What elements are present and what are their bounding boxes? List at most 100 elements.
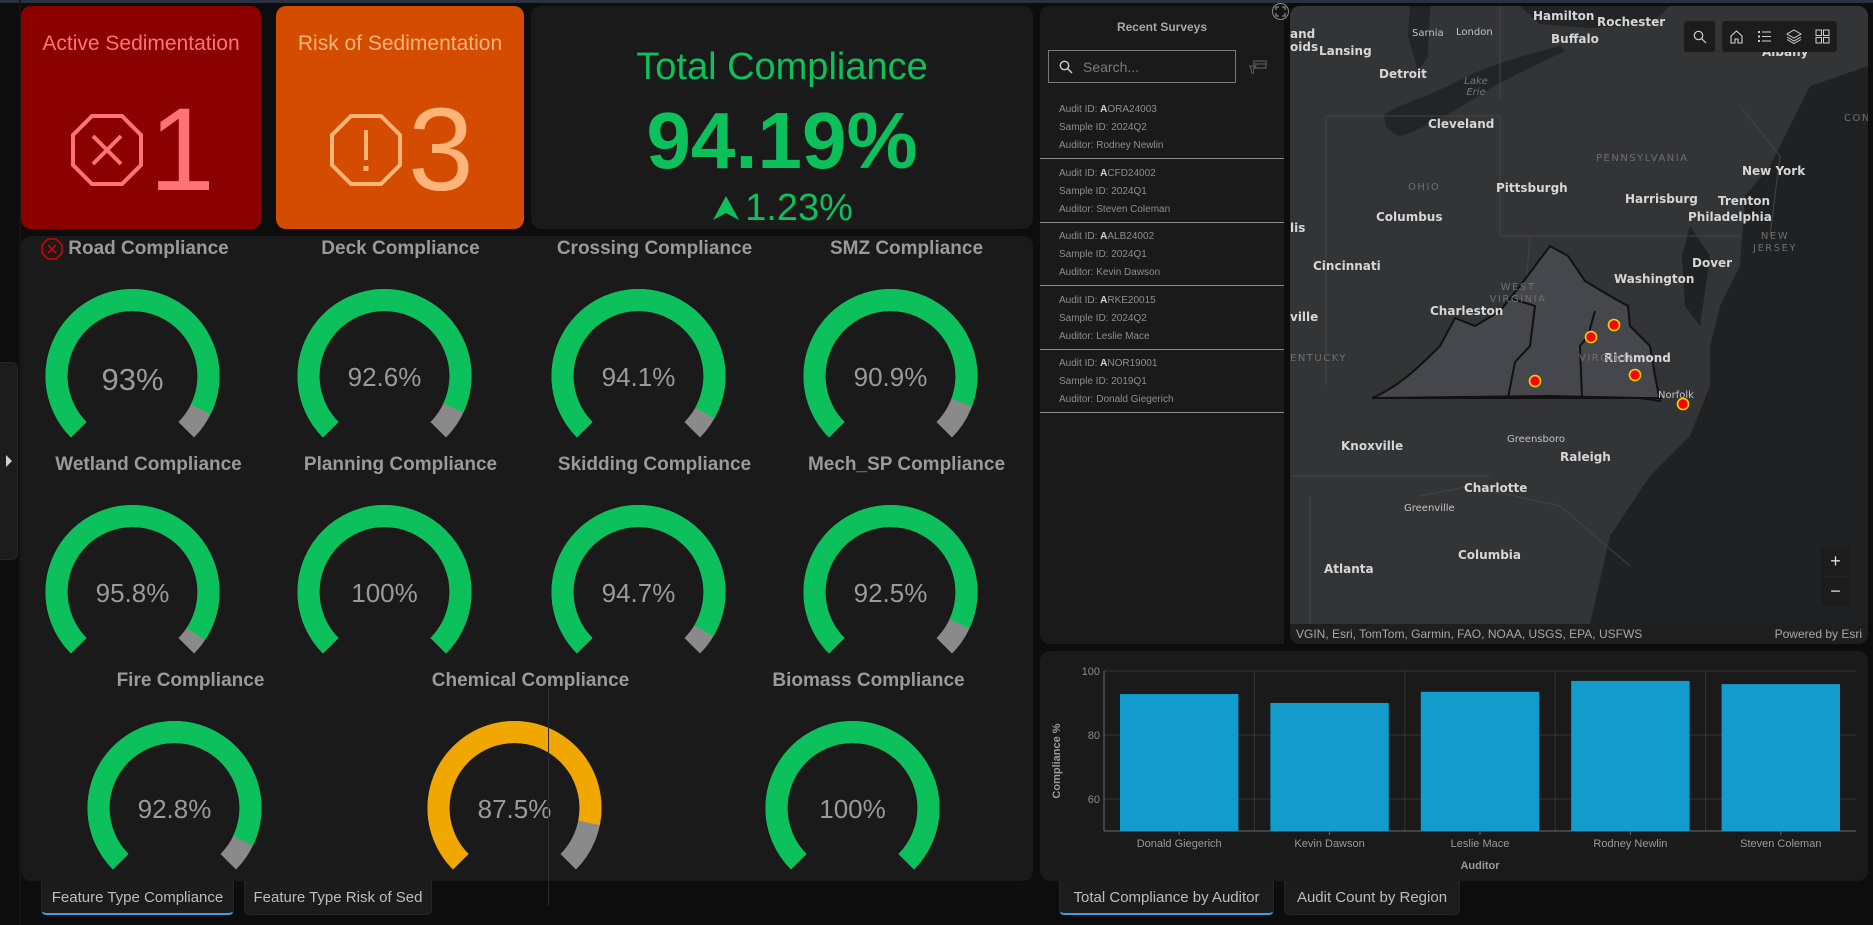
search-box[interactable] [1048,50,1236,83]
audit-id: Audit ID: AALB24002 [1059,228,1284,246]
map-city-label: Charlotte [1464,481,1528,495]
auditor-name: Auditor: Kevin Dawson [1059,267,1161,278]
map-city-label: Pittsburgh [1496,181,1568,195]
card-title: Total Compliance [636,46,928,88]
audit-rest: ALB24002 [1107,231,1155,242]
map-city-label: Cleveland [1428,117,1495,131]
gauge-value: 92.6% [347,362,422,392]
audit-id: Audit ID: ACFD24002 [1059,165,1284,183]
map-lake-label: Lake Erie [1464,76,1488,98]
tab-feature-type-compliance[interactable]: Feature Type Compliance [41,881,234,915]
survey-point [1607,318,1621,332]
basemap-gallery-icon[interactable] [1815,29,1830,44]
tab-feature-type-risk-of-sed[interactable]: Feature Type Risk of Sed [244,881,432,915]
attribution-text: VGIN, Esri, TomTom, Garmin, FAO, NOAA, U… [1296,627,1643,641]
audit-rest: NOR19001 [1107,358,1158,369]
tab-total-compliance-by-auditor[interactable]: Total Compliance by Auditor [1059,881,1274,915]
map-search-button[interactable] [1684,21,1715,52]
tab-audit-count-by-region[interactable]: Audit Count by Region [1284,881,1460,915]
sample-id: Sample ID: 2024Q2 [1059,122,1147,133]
recent-surveys-panel: Recent Surveys Audit ID: AORA24003 Sample… [1040,6,1284,644]
gauge-arc [551,505,726,654]
top-border [0,0,1873,3]
survey-list-item[interactable]: Audit ID: ANOR19001 Sample ID: 2019Q1 Audi… [1040,350,1284,413]
map-city-label: Greenville [1404,503,1455,514]
zoom-in-button[interactable]: + [1821,547,1850,576]
powered-by-esri[interactable]: Powered by Esri [1775,627,1862,641]
map-city-label: Buffalo [1551,32,1599,46]
bar-chart: 60 80 100 Donald Giegerich Kevin Dawson Lesli… [1051,666,1856,872]
survey-list-item[interactable]: Audit ID: ARKE20015 Sample ID: 2024Q2 Audi… [1040,287,1284,350]
survey-list-item[interactable]: Audit ID: ACFD24002 Sample ID: 2024Q1 Audi… [1040,160,1284,223]
map-region-label: OHIO [1408,182,1441,193]
x-axis-title: Auditor [1460,860,1500,872]
map-view[interactable]: Hamilton Rochester Sarnia London Buffalo Lans… [1290,6,1868,644]
gauge-arc [803,505,978,654]
map-city-label: Rochester [1597,15,1666,29]
gauge-arc [45,505,220,654]
bar[interactable] [1420,691,1540,831]
survey-list-item[interactable]: Audit ID: AALB24002 Sample ID: 2024Q1 Audi… [1040,223,1284,286]
home-icon[interactable] [1729,29,1744,44]
map-city-label: Lansing [1319,44,1372,58]
expand-icon[interactable] [1272,3,1289,20]
map-city-label: Hamilton [1533,9,1595,23]
plus-icon: + [1830,551,1841,571]
gauge-arc [551,289,726,438]
search-input[interactable] [1083,58,1223,75]
y-tick-label: 80 [1088,730,1100,742]
bar[interactable] [1571,680,1690,831]
audit-label: Audit ID: [1059,167,1101,179]
auditor-name: Auditor: Leslie Mace [1059,330,1150,342]
y-axis-title: Compliance % [1051,723,1063,798]
active-count: 1 [149,84,215,216]
gauge-value: 90.9% [853,362,928,392]
map-city-label: New York [1742,164,1806,178]
bar[interactable] [1270,703,1389,831]
gauge-arc [803,289,978,438]
bar[interactable] [1721,684,1840,831]
survey-point [1528,374,1542,388]
sample-id: Sample ID: 2019Q1 [1059,376,1147,387]
gauge-arc [87,721,262,870]
map-city-label: Raleigh [1560,450,1611,464]
sidebar-expand-handle[interactable] [0,362,18,560]
gauge-arc [297,505,472,654]
sample-id: Sample ID: 2024Q2 [1059,312,1147,324]
map-region-label: ENTUCKY [1290,353,1348,364]
gauge-biomass-compliance: Biomass Compliance 100% [751,668,986,878]
map-city-label: Norfolk [1658,390,1694,401]
map-city-label: ville [1290,310,1319,324]
audit-label: Audit ID: [1059,231,1101,242]
search-icon [1693,30,1706,43]
filter-icon[interactable] [1249,60,1267,74]
map-basemap [1290,6,1868,644]
zoom-out-button[interactable]: − [1821,577,1850,606]
bar[interactable] [1120,694,1239,831]
audit-label: Audit ID: [1059,294,1101,306]
y-tick-label: 60 [1088,794,1100,806]
sample-id: Sample ID: 2024Q1 [1059,249,1147,260]
layers-icon[interactable] [1785,29,1802,44]
x-tick-label: Steven Coleman [1740,838,1821,850]
legend-list-icon[interactable] [1757,29,1772,44]
gauge-chemical-compliance: Chemical Compliance 87.5% [413,668,648,878]
map-city-label: Philadelphia [1688,210,1772,224]
auditor-name: Auditor: Rodney Newlin [1059,140,1164,151]
total-compliance-card: Total Compliance 94.19% 1.23% [531,6,1033,229]
y-tick-label: 100 [1082,666,1100,678]
x-tick-label: Rodney Newlin [1593,838,1667,850]
survey-list-item[interactable]: Audit ID: AORA24003 Sample ID: 2024Q2 Audi… [1040,96,1284,159]
caret-right-icon [6,455,12,467]
gauge-value: 94.1% [601,362,676,392]
gauge-deck-compliance: Deck Compliance 92.6% [283,236,518,446]
map-region-label: PENNSYLVANIA [1596,153,1689,164]
gauge-mech-sp-compliance: Mech_SP Compliance 92.5% [789,452,1024,662]
gauge-value: 93% [101,362,164,397]
gauge-value: 87.5% [477,794,552,824]
total-compliance-value: 94.19% [646,96,918,185]
gauge-crossing-compliance: Crossing Compliance 94.1% [537,236,772,446]
map-city-label: Knoxville [1341,439,1404,453]
audit-id: Audit ID: AORA24003 [1059,101,1284,119]
gauge-arc [297,289,472,438]
